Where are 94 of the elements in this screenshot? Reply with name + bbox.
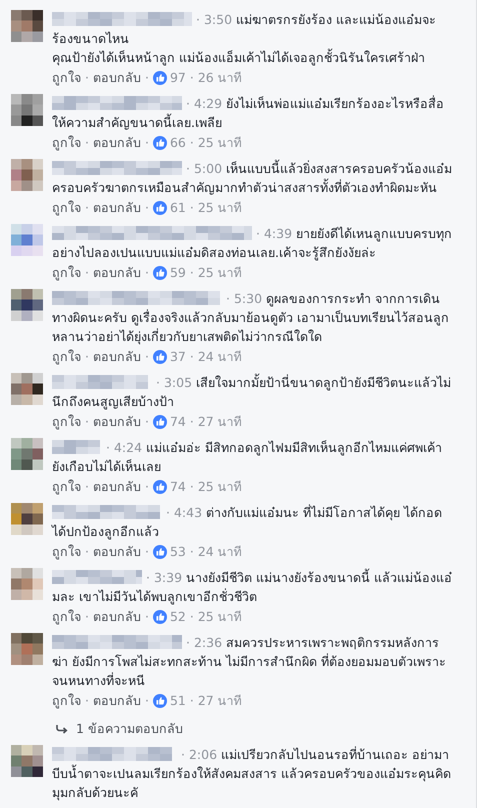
comment-age: 27 นาที [198,413,242,431]
pixelated-name [52,440,102,454]
separator-dot: · [188,543,195,561]
separator-dot: · [84,134,90,152]
like-count: 66 [170,134,186,152]
separator-dot: · [188,69,195,87]
separator-dot: · [144,69,150,87]
separator-dot: · [144,478,150,496]
separator-dot: · [84,348,90,366]
comment-text: · 3:50 แม่ฆาตรกรยังร้อง และแม่น้องแอ๋มจะร้องขนาดไหน คุณป้ายังได้เห็นหน้าลูก แม่น้องแอ็มเค้าไม่ได้เจอลูกชั้วนิรันใครเศร้าฝ่า [52,11,437,67]
like-link[interactable]: ถูกใจ [52,691,81,710]
like-link[interactable]: ถูกใจ [52,412,81,431]
like-link[interactable]: ถูกใจ [52,68,81,87]
like-link[interactable]: ถูกใจ [52,198,81,217]
thumbs-up-icon [152,350,167,364]
comment-text: · 3:39 นางยังมีชีวิต แม่นางยังร้องขนาดนี้ แล้วแม่น้องแอ๋มละ เขาไม่มีวันได้พบลูกเขาอีกชั่วชีวิต [52,568,452,606]
separator-dot: · [84,692,90,710]
comment-age: 24 นาที [198,348,242,366]
thumbs-up-icon [152,414,167,428]
separator-dot: · [188,413,195,431]
comment-age: 26 นาที [198,69,242,87]
thumbs-up-icon [152,694,167,708]
like-count: 74 [170,413,186,431]
comment-text: · 3:05 เสียใจมากมั้ยป้านี่ขนาดลูกป้ายังมีชีวิตนะแล้วไม่นึกถึงคนสูญเสียบ้างป้า [52,373,452,411]
separator-dot: · [84,608,90,626]
like-link[interactable]: ถูกใจ [52,542,81,561]
comment-age: 25 นาที [198,199,242,217]
separator-dot: · [84,543,90,561]
separator-dot: · [84,69,90,87]
reply-link[interactable]: ตอบกลับ [92,133,141,152]
like-count: 59 [170,264,186,282]
comment-text: · 4:39 ยายยังดีได้เหนลูกแบบครบทุกอย่างไปลองเปนแบบแม่แอ๋มดิสองท่อนเลย.เค้าจะรู้สึกยังงัยล่ะ [52,225,452,262]
thumbs-up-icon [152,70,167,84]
separator-dot: · [144,134,150,152]
thumbs-up-icon [152,610,167,624]
comment-text: · 4:29 ยังไม่เห็นพ่อแม่แอ๋มเรียกร้องอะไรหรือสื่อให้ความสำคัญขนาดนี้เลย.เพลีย [52,94,446,132]
separator-dot: · [84,413,90,431]
separator-dot: · [144,199,150,217]
reply-link[interactable]: ตอบกลับ [92,412,141,431]
separator-dot: · [188,264,195,282]
separator-dot: · [84,478,90,496]
separator-dot: · [188,478,195,496]
separator-dot: · [84,199,90,217]
thumbs-up-icon [152,200,167,214]
separator-dot: · [188,608,195,626]
comment-text: · 4:24 แม่แอ๋มอ่ะ มีสิทกอดลูกไฟมมีสิทเห็นลูกอีกไหมแค่ศพเค้ายังเกือบไม่ได้เห็นเลย [52,439,443,476]
reply-arrow-icon [56,724,68,734]
comment-text: · 2:06 แม่เปรียวกลับไปนอนรอที่บ้านเถอะ อย่ามาบีบน้ำตาจะเปนลมเรียกร้องให้สังคมสงสาร แล้วครอบครัวของแอ๋มระคุนคิดมุมกลับด้วยนะคั [52,745,452,802]
like-count: 52 [170,608,186,626]
reply-link[interactable]: ตอบกลับ [92,263,141,282]
like-link[interactable]: ถูกใจ [52,607,81,626]
reply-link[interactable]: ตอบกลับ [92,347,141,366]
like-link[interactable]: ถูกใจ [52,477,81,496]
comment-age: 25 นาที [198,608,242,626]
reply-link[interactable]: ตอบกลับ [92,68,141,87]
reply-link[interactable]: ตอบกลับ [92,542,141,561]
like-link[interactable]: ถูกใจ [52,347,81,366]
like-count: 53 [170,543,186,561]
separator-dot: · [144,413,150,431]
comment-age: 24 นาที [198,543,242,561]
view-replies-link[interactable]: 1 ข้อความตอบกลับ [56,719,183,738]
like-count: 37 [170,348,186,366]
separator-dot: · [144,692,150,710]
reply-link[interactable]: ตอบกลับ [92,607,141,626]
separator-dot: · [188,348,195,366]
comment-age: 25 นาที [198,264,242,282]
comment-text: · 5:30 ดูผลของการกระทำ จากการเดินทางผิดนะครับ ดูเรื่องจริงแล้วกลับมาย้อนดูตัว เอามาเป็นบทเรียนไว้สอนลูกหลานว่าอย่าได้ยุ่งเกี่ยวกับยาเสพติดไม่ว่ากรณีใดใด [52,290,450,346]
like-count: 51 [170,692,186,710]
thumbs-up-icon [152,136,167,150]
comment-text: · 5:00 เห็นแบบนี้แล้วยิ่งสงสารครอบครัวน้องแอ๋ม ครอบครัวฆาตกรเหมือนสำคัญมากทำตัวน่าสงสารทั้งที่ตัวเองทำผิดมะหัน [52,159,452,197]
separator-dot: · [188,692,195,710]
like-link[interactable]: ถูกใจ [52,263,81,282]
like-link[interactable]: ถูกใจ [52,133,81,152]
thumbs-up-icon [152,266,167,280]
thumbs-up-icon [152,480,167,494]
separator-dot: · [144,543,150,561]
reply-link[interactable]: ตอบกลับ [92,691,141,710]
thumbs-up-icon [152,544,167,558]
separator-dot: · [144,608,150,626]
separator-dot: · [144,264,150,282]
reply-link[interactable]: ตอบกลับ [92,198,141,217]
comment-age: 25 นาที [198,134,242,152]
like-count: 61 [170,199,186,217]
like-count: 97 [170,69,186,87]
comment-age: 25 นาที [198,478,242,496]
reply-link[interactable]: ตอบกลับ [92,477,141,496]
comment-text: · 4:43 ต่างกับแม่แอ๋มนะ ที่ไม่มีโอกาสได้คุย ได้กอด ได้ปกป้องลูกอีกแล้ว [52,503,443,541]
separator-dot: · [188,199,195,217]
comment-text: · 2:36 สมควรประหารเพราะพฤติกรรมหลังการฆ่า ยังมีการโพสไม่สะทกสะท้าน ไม่มีการสำนึกผิด ที่ต้องยอมมอบตัวเพราะจนหนทางที่จะหนี [52,634,447,690]
comment-age: 27 นาที [198,692,242,710]
like-count: 74 [170,478,186,496]
separator-dot: · [188,134,195,152]
separator-dot: · [144,348,150,366]
separator-dot: · [84,264,90,282]
